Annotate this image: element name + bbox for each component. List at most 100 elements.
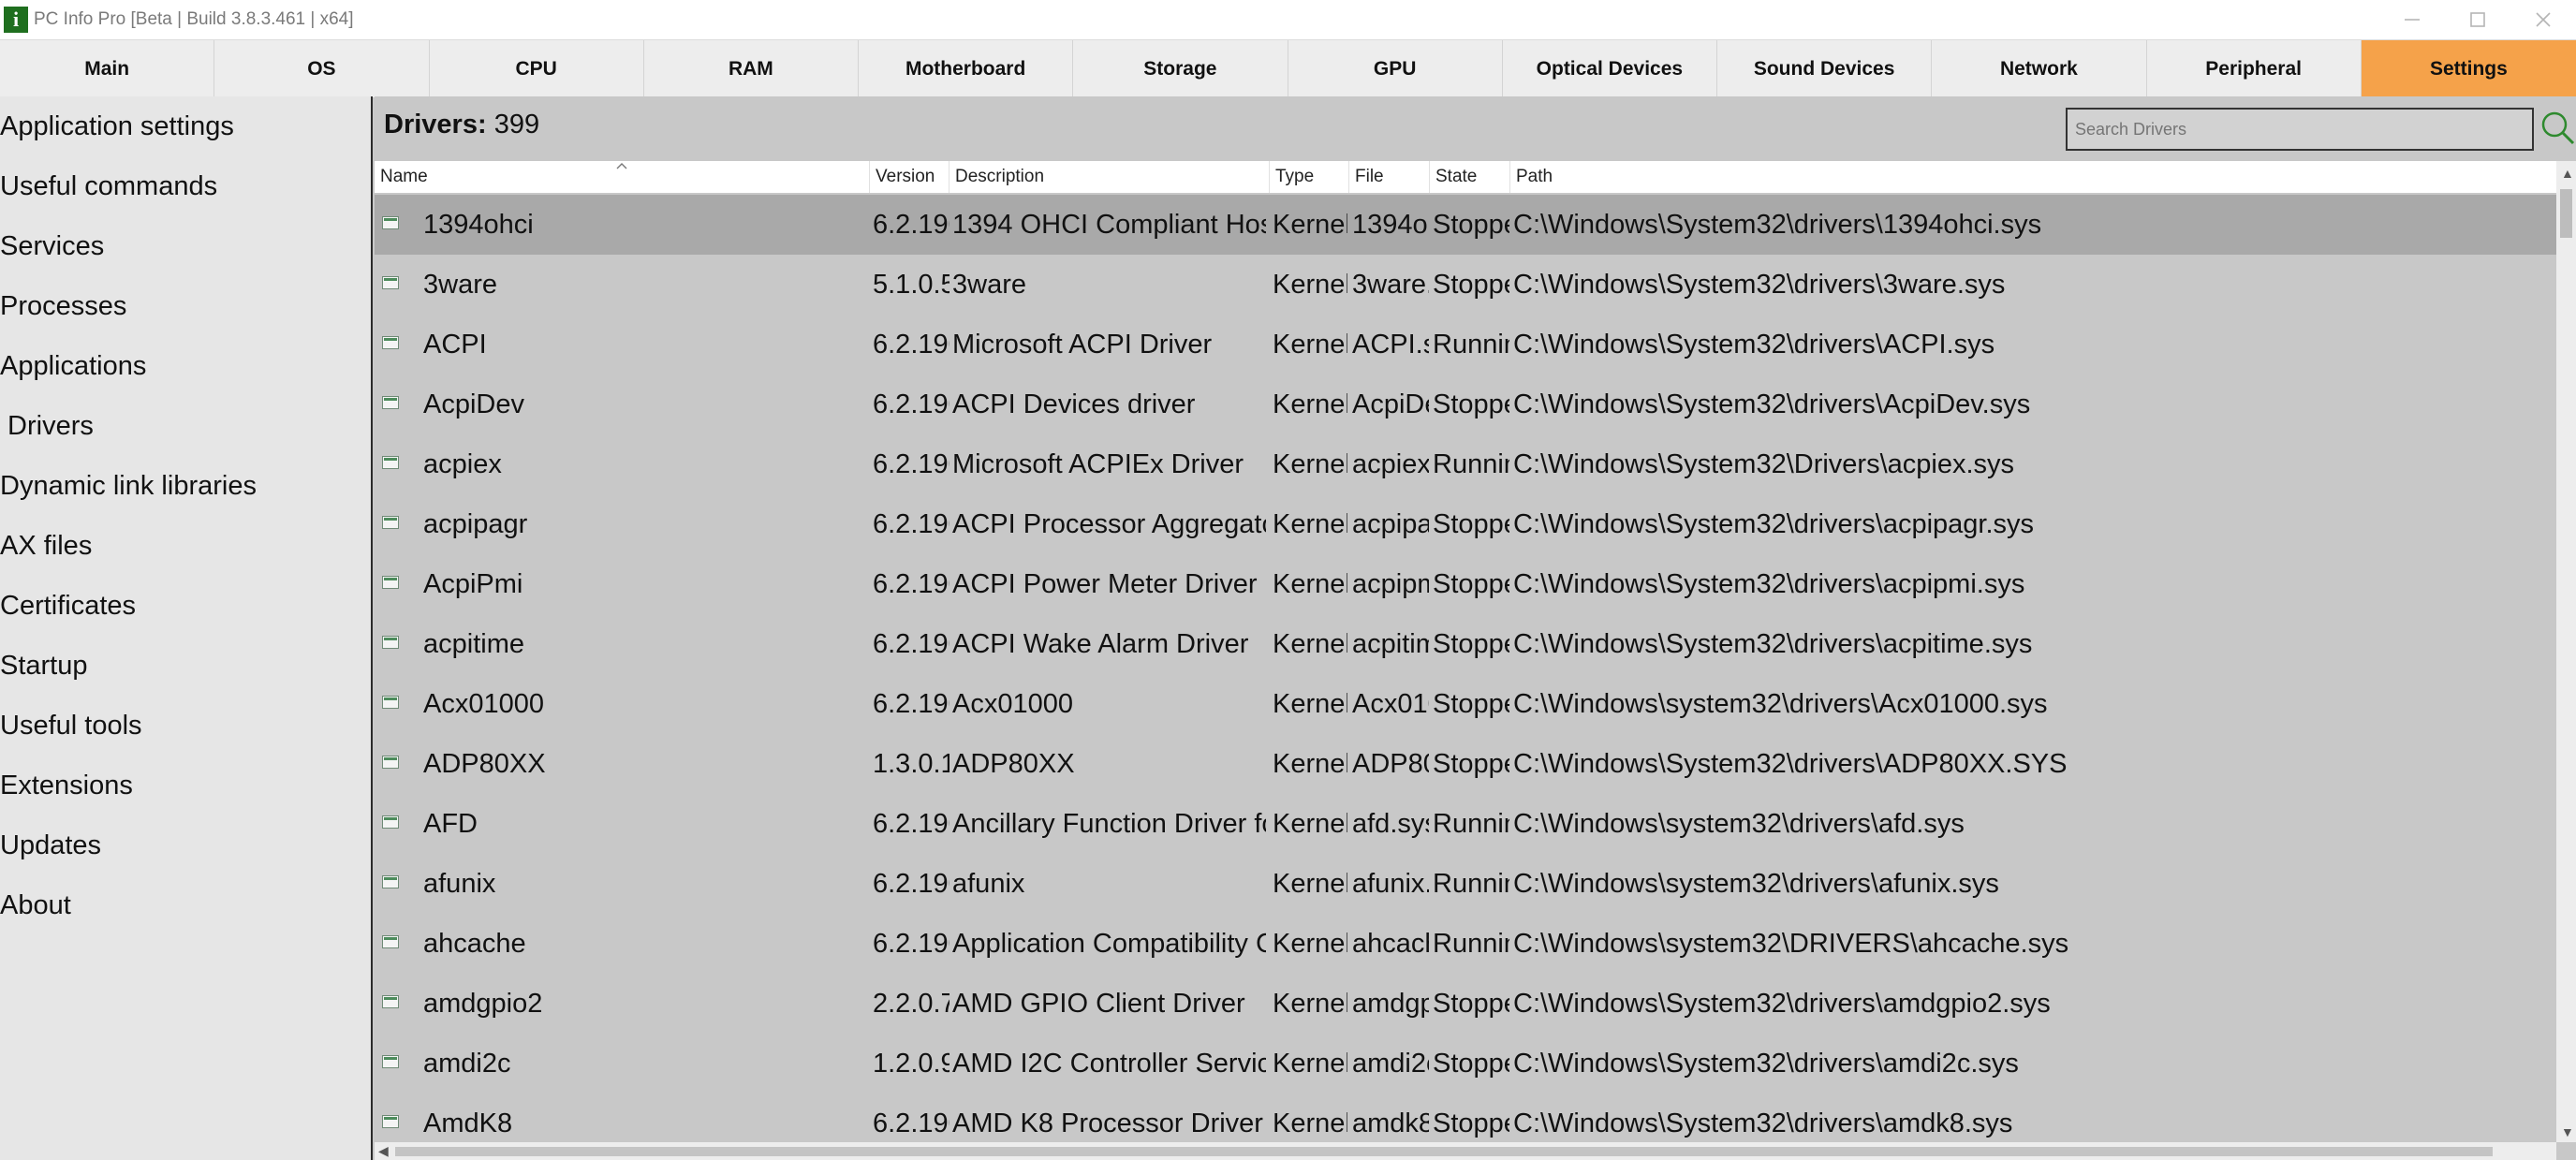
sidebar-item-services[interactable]: Services — [0, 216, 104, 276]
cell-type: Kernel — [1273, 869, 1347, 899]
tab-optical-devices[interactable]: Optical Devices — [1503, 40, 1717, 97]
cell-state: Running — [1433, 449, 1509, 479]
horizontal-scrollbar[interactable]: ◀ — [375, 1142, 2556, 1160]
table-row[interactable]: AcpiDev 6.2.1904...ACPI Devices driver Ker… — [375, 374, 2556, 434]
driver-icon — [382, 276, 399, 289]
window-title: PC Info Pro [Beta | Build 3.8.3.461 | x6… — [34, 9, 354, 29]
cell-version: 6.2.1904... — [873, 569, 949, 599]
driver-icon — [382, 696, 399, 709]
horizontal-scroll-thumb[interactable] — [395, 1147, 2493, 1156]
column-header-description[interactable]: Description — [949, 161, 1269, 193]
column-header-path[interactable]: Path — [1509, 161, 2556, 193]
cell-path: C:\Windows\System32\drivers\acpipagr.sys — [1513, 509, 2035, 539]
table-row[interactable]: ADP80XX1.3.0.10...ADP80XXKernelADP80X...… — [375, 734, 2556, 794]
sidebar-item-updates[interactable]: Updates — [0, 815, 101, 875]
tab-storage[interactable]: Storage — [1073, 40, 1288, 97]
table-row[interactable]: amdi2c 1.2.0.99AMD I2C Controller Service… — [375, 1034, 2556, 1094]
cell-description: ACPI Wake Alarm Driver — [952, 629, 1249, 659]
table-row[interactable]: AmdK8 6.2.1904...AMD K8 Processor Driver K… — [375, 1094, 2556, 1142]
cell-name: Acx01000 — [423, 689, 544, 719]
cell-version: 1.3.0.10... — [873, 749, 949, 779]
table-row[interactable]: AFD 6.2.1904...Ancillary Function Driver … — [375, 794, 2556, 854]
cell-version: 5.1.0.51 — [873, 270, 949, 300]
cell-description: Microsoft ACPI Driver — [952, 330, 1213, 360]
table-row[interactable]: 3ware5.1.0.513wareKernel3ware.sysStopped… — [375, 255, 2556, 315]
tab-sound-devices[interactable]: Sound Devices — [1717, 40, 1933, 97]
sidebar-item-dynamic-link-libraries[interactable]: Dynamic link libraries — [0, 456, 257, 516]
sidebar-item-drivers[interactable]: Drivers — [0, 396, 94, 456]
table-row[interactable]: ahcache 6.2.1904...Application Compatibil… — [375, 914, 2556, 974]
scroll-up-icon[interactable]: ▲ — [2561, 167, 2574, 180]
cell-state: Stopped — [1433, 210, 1509, 240]
sidebar-item-application-settings[interactable]: Application settings — [0, 96, 234, 156]
sidebar-item-certificates[interactable]: Certificates — [0, 576, 136, 636]
sidebar-item-useful-commands[interactable]: Useful commands — [0, 156, 217, 216]
sidebar-item-startup[interactable]: Startup — [0, 636, 88, 696]
table-row[interactable]: AcpiPmi 6.2.1904...ACPI Power Meter Drive… — [375, 554, 2556, 614]
cell-name: 1394ohci — [423, 210, 534, 240]
cell-state: Running — [1433, 869, 1509, 899]
cell-name: acpipagr — [423, 509, 528, 539]
table-row[interactable]: acpiex 6.2.1904...Microsoft ACPIEx Driver… — [375, 434, 2556, 494]
tab-peripheral[interactable]: Peripheral — [2147, 40, 2362, 97]
tab-gpu[interactable]: GPU — [1288, 40, 1503, 97]
column-header-type[interactable]: Type — [1269, 161, 1348, 193]
driver-icon — [382, 815, 399, 829]
cell-state: Stopped — [1433, 389, 1509, 419]
scroll-down-icon[interactable]: ▼ — [2561, 1125, 2574, 1138]
table-row[interactable]: acpipagr 6.2.1904...ACPI Processor Aggreg… — [375, 494, 2556, 554]
table-row[interactable]: afunix6.2.1904...afunixKernelafunix.sysR… — [375, 854, 2556, 914]
column-header-name[interactable]: Name — [375, 161, 869, 193]
sidebar-item-about[interactable]: About — [0, 875, 71, 935]
cell-file-name: afunix.sys — [1352, 869, 1429, 899]
tab-cpu[interactable]: CPU — [430, 40, 644, 97]
sidebar-item-applications[interactable]: Applications — [0, 336, 146, 396]
tab-settings[interactable]: Settings — [2361, 40, 2576, 97]
drivers-table: 1394ohci6.2.1904...1394 OHCI Compliant H… — [375, 195, 2556, 1142]
sidebar-item-extensions[interactable]: Extensions — [0, 756, 133, 815]
cell-file-name: acpipmi.... — [1352, 569, 1429, 599]
table-row[interactable]: acpitime 6.2.1904...ACPI Wake Alarm Drive… — [375, 614, 2556, 674]
sidebar-item-useful-tools[interactable]: Useful tools — [0, 696, 142, 756]
tab-main[interactable]: Main — [0, 40, 215, 97]
cell-description: ACPI Power Meter Driver — [952, 569, 1258, 599]
page-title: Drivers: 399 — [384, 110, 539, 140]
scroll-left-icon[interactable]: ◀ — [378, 1144, 389, 1157]
cell-path: C:\Windows\System32\drivers\amdk8.sys — [1513, 1109, 2013, 1138]
cell-file-name: amdk8.sys — [1352, 1109, 1429, 1138]
cell-description: Ancillary Function Driver for Winsock — [952, 809, 1266, 839]
search-icon[interactable] — [2539, 110, 2575, 145]
table-row[interactable]: amdgpio2 2.2.0.71AMD GPIO Client Driver Ke… — [375, 974, 2556, 1034]
table-row[interactable]: Acx010006.2.1904...Acx01000KernelAcx0100… — [375, 674, 2556, 734]
column-header-version[interactable]: Version — [869, 161, 949, 193]
tab-network[interactable]: Network — [1932, 40, 2147, 97]
cell-description: ACPI Devices driver — [952, 389, 1196, 419]
column-header-file-name[interactable]: File Name — [1348, 161, 1429, 218]
cell-path: C:\Windows\System32\drivers\ACPI.sys — [1513, 330, 1995, 360]
maximize-button[interactable] — [2445, 0, 2510, 39]
sidebar-item-ax-files[interactable]: AX files — [0, 516, 92, 576]
vertical-scroll-thumb[interactable] — [2560, 189, 2572, 238]
cell-name: acpiex — [423, 449, 502, 479]
cell-path: C:\Windows\System32\Drivers\acpiex.sys — [1513, 449, 2015, 479]
table-row[interactable]: ACPI 6.2.1904...Microsoft ACPI Driver Kern… — [375, 315, 2556, 374]
sidebar-item-processes[interactable]: Processes — [0, 276, 126, 336]
close-button[interactable] — [2510, 0, 2576, 39]
cell-description: Acx01000 — [952, 689, 1073, 719]
search-input[interactable] — [2066, 108, 2534, 151]
cell-description: Microsoft ACPIEx Driver — [952, 449, 1244, 479]
cell-version: 6.2.1904... — [873, 449, 949, 479]
driver-icon — [382, 935, 399, 948]
column-header-state[interactable]: State — [1429, 161, 1509, 193]
cell-state: Running — [1433, 809, 1509, 839]
cell-name: amdi2c — [423, 1049, 511, 1079]
tab-os[interactable]: OS — [214, 40, 430, 97]
vertical-scrollbar[interactable]: ▲ ▼ — [2556, 161, 2576, 1142]
window-controls — [2379, 0, 2576, 39]
table-row[interactable]: 1394ohci 6.2.1904...1394 OHCI Compliant H… — [375, 195, 2556, 255]
tab-ram[interactable]: RAM — [644, 40, 859, 97]
tab-motherboard[interactable]: Motherboard — [859, 40, 1074, 97]
maximize-icon — [2470, 12, 2485, 27]
cell-type: Kernel — [1273, 270, 1347, 300]
minimize-button[interactable] — [2379, 0, 2445, 39]
